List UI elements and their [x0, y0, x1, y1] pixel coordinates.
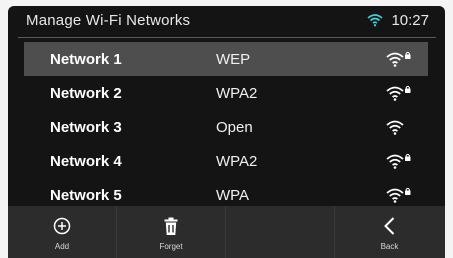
- back-label: Back: [380, 241, 399, 251]
- network-name: Network 5: [50, 186, 122, 204]
- wifi-locked-icon: [386, 51, 411, 67]
- add-button[interactable]: Add: [8, 206, 117, 258]
- network-row-1[interactable]: Network 1 WEP: [24, 42, 428, 76]
- status-bar: Manage Wi-Fi Networks 10:27: [8, 6, 445, 34]
- clock: 10:27: [391, 11, 429, 29]
- wifi-icon: [386, 120, 404, 135]
- status-right: 10:27: [367, 12, 429, 29]
- add-label: Add: [54, 241, 70, 251]
- network-name: Network 3: [50, 118, 122, 136]
- network-row-2[interactable]: Network 2 WPA2: [24, 76, 428, 110]
- network-row-4[interactable]: Network 4 WPA2: [24, 144, 428, 178]
- forget-label: Forget: [159, 241, 183, 251]
- header-divider: [18, 37, 436, 38]
- wifi-icon: [367, 14, 383, 27]
- forget-button[interactable]: Forget: [117, 206, 226, 258]
- wifi-locked-icon: [386, 187, 411, 203]
- back-button[interactable]: Back: [335, 206, 444, 258]
- wifi-locked-icon: [386, 153, 411, 169]
- empty-toolbar-slot: [226, 206, 335, 258]
- network-row-3[interactable]: Network 3 Open: [24, 110, 428, 144]
- network-name: Network 1: [50, 50, 122, 68]
- wifi-locked-icon: [386, 85, 411, 101]
- add-circle-icon: [53, 217, 71, 234]
- network-name: Network 4: [50, 152, 122, 170]
- network-name: Network 2: [50, 84, 122, 102]
- device-screen: Manage Wi-Fi Networks 10:27 Network 1 WE…: [8, 6, 445, 258]
- chevron-left-icon: [383, 216, 394, 235]
- page-title: Manage Wi-Fi Networks: [26, 11, 191, 29]
- trash-icon: [164, 217, 178, 235]
- bottom-toolbar: Add Forget Back: [8, 206, 445, 258]
- network-list: Network 1 WEP Network 2 WPA2 Network 3 O…: [24, 42, 428, 212]
